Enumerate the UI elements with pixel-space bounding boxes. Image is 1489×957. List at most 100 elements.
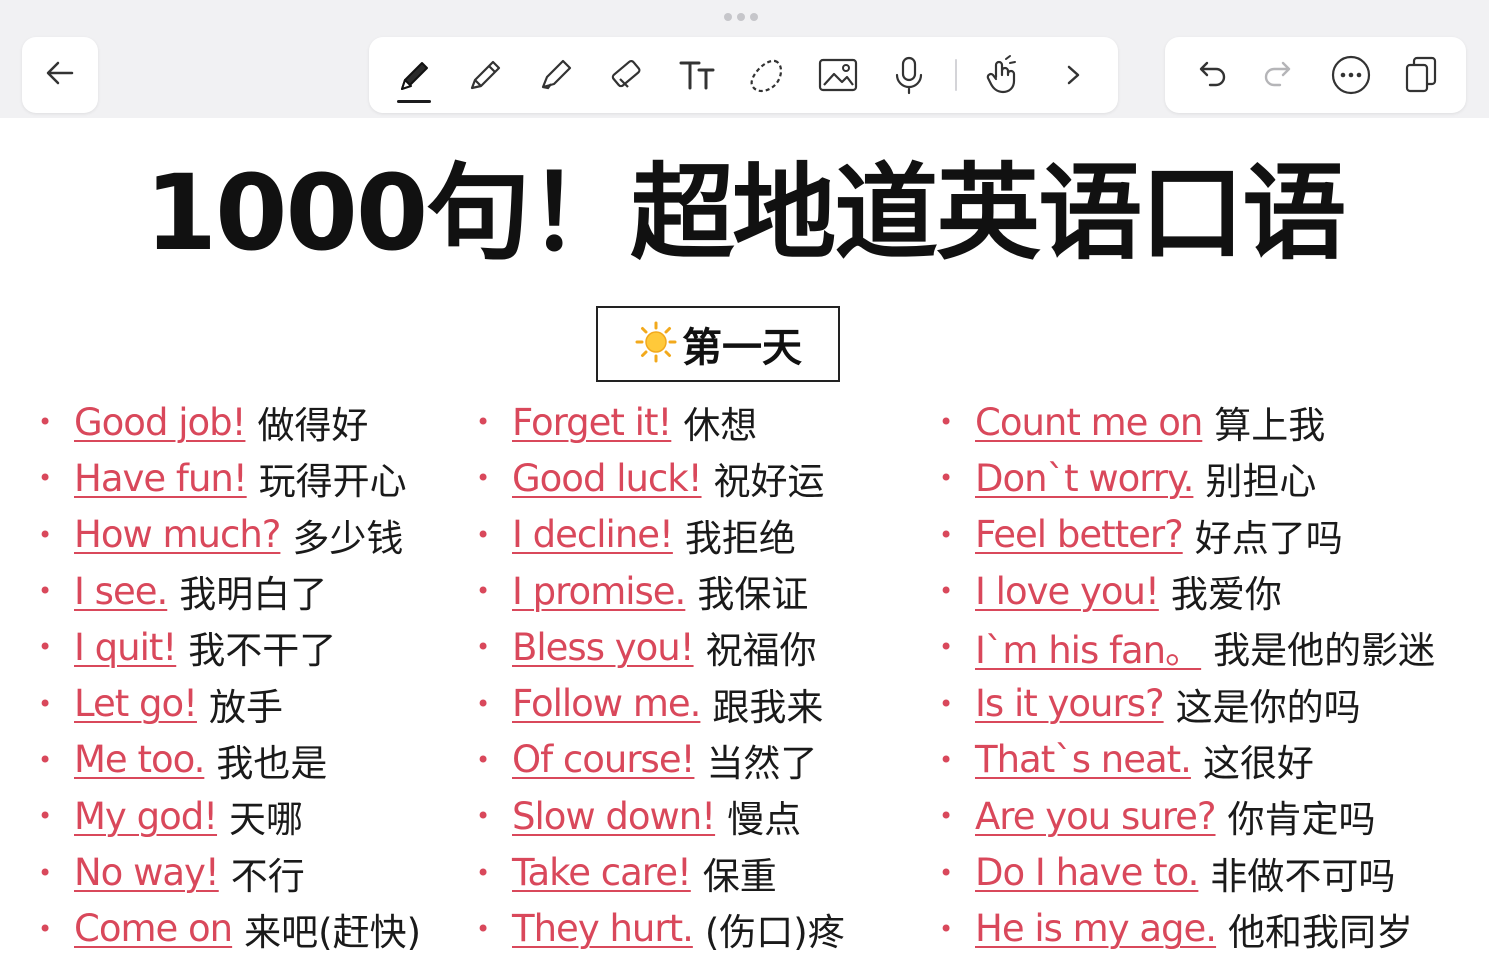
phrase-english[interactable]: My god! xyxy=(74,795,218,838)
list-item: • Let go! 放手 xyxy=(36,675,421,731)
phrase-chinese: 不行 xyxy=(230,854,305,898)
phrase-english[interactable]: I see. xyxy=(74,570,168,613)
bullet: • xyxy=(476,577,491,606)
phrase-english[interactable]: I decline! xyxy=(512,513,674,556)
redo-icon xyxy=(1265,61,1291,87)
phrase-english[interactable]: Let go! xyxy=(74,682,198,725)
phrase-chinese: 祝福你 xyxy=(705,629,817,673)
bullet: • xyxy=(476,914,491,943)
phrase-chinese: 休想 xyxy=(683,404,758,448)
phrase-chinese: 这是你的吗 xyxy=(1175,685,1361,729)
day-label: 第一天 xyxy=(682,325,802,371)
pencil-tool-button[interactable] xyxy=(460,45,510,105)
list-item: • Is it yours? 这是你的吗 xyxy=(937,675,1435,731)
eraser-tool-button[interactable] xyxy=(601,45,651,105)
phrase-chinese: 我保证 xyxy=(697,573,809,617)
bullet: • xyxy=(38,633,53,662)
more-tools-button[interactable] xyxy=(1048,45,1098,105)
highlighter-icon xyxy=(542,59,572,90)
touch-gesture-button[interactable] xyxy=(977,45,1027,105)
bullet: • xyxy=(476,802,491,831)
list-item: • Feel better? 好点了吗 xyxy=(937,507,1435,563)
phrase-chinese: 这很好 xyxy=(1202,741,1314,785)
phrase-english[interactable]: No way! xyxy=(74,851,220,894)
pen-icon xyxy=(401,62,428,90)
highlighter-tool-button[interactable] xyxy=(530,45,580,105)
phrase-english[interactable]: Good job! xyxy=(74,401,246,444)
phrase-english[interactable]: How much? xyxy=(74,513,281,556)
top-toolbar-area xyxy=(0,0,1489,118)
phrase-english[interactable]: Have fun! xyxy=(74,457,248,500)
pen-tool-button[interactable] xyxy=(389,45,439,105)
phrase-english[interactable]: I`m his fan。 xyxy=(975,620,1202,674)
list-item: • I love you! 我爱你 xyxy=(937,563,1435,619)
phrase-english[interactable]: Take care! xyxy=(512,851,692,894)
pages-button[interactable] xyxy=(1396,45,1446,105)
bullet: • xyxy=(476,858,491,887)
list-item: • That`s neat. 这很好 xyxy=(937,732,1435,788)
phrase-chinese: 我是他的影迷 xyxy=(1213,629,1436,673)
phrase-english[interactable]: Follow me. xyxy=(512,682,701,725)
text-tool-button[interactable] xyxy=(672,45,722,105)
lasso-tool-button[interactable] xyxy=(742,45,792,105)
sun-icon xyxy=(634,320,678,368)
redo-button[interactable] xyxy=(1255,45,1305,105)
phrase-english[interactable]: I love you! xyxy=(975,570,1160,613)
back-arrow-icon xyxy=(42,55,78,95)
phrase-chinese: 别担心 xyxy=(1205,460,1317,504)
bullet: • xyxy=(476,464,491,493)
back-button[interactable] xyxy=(22,37,98,113)
phrase-english[interactable]: Is it yours? xyxy=(975,682,1165,725)
bullet: • xyxy=(476,689,491,718)
list-item: • How much? 多少钱 xyxy=(36,507,421,563)
phrase-chinese: 慢点 xyxy=(727,798,802,842)
phrase-english[interactable]: Feel better? xyxy=(975,513,1184,556)
phrase-english[interactable]: Count me on xyxy=(975,401,1203,444)
list-item: • Bless you! 祝福你 xyxy=(474,619,845,675)
list-item: • I`m his fan。 我是他的影迷 xyxy=(937,619,1435,675)
list-item: • Of course! 当然了 xyxy=(474,732,845,788)
phrase-chinese: 我爱你 xyxy=(1170,573,1282,617)
bullet: • xyxy=(38,745,53,774)
pencil-icon xyxy=(470,60,500,90)
toolbar-divider xyxy=(954,59,957,91)
phrase-chinese: 我不干了 xyxy=(188,629,337,673)
phrase-english[interactable]: Don`t worry. xyxy=(975,457,1194,500)
phrase-english[interactable]: I promise. xyxy=(512,570,686,613)
list-item: • Do I have to. 非做不可吗 xyxy=(937,844,1435,900)
phrase-english[interactable]: He is my age. xyxy=(975,907,1217,950)
more-options-button[interactable] xyxy=(1326,45,1376,105)
phrase-english[interactable]: Good luck! xyxy=(512,457,703,500)
microphone-icon xyxy=(895,56,922,95)
list-item: • Take care! 保重 xyxy=(474,844,845,900)
bullet: • xyxy=(476,633,491,662)
list-item: • Are you sure? 你肯定吗 xyxy=(937,788,1435,844)
phrase-english[interactable]: Do I have to. xyxy=(975,851,1199,894)
phrase-english[interactable]: They hurt. xyxy=(512,907,694,950)
phrase-chinese: 我明白了 xyxy=(179,573,328,617)
phrase-english[interactable]: Come on xyxy=(74,907,233,950)
phrase-english[interactable]: I quit! xyxy=(74,626,177,669)
phrase-chinese: 我也是 xyxy=(216,741,328,785)
phrase-chinese: 算上我 xyxy=(1214,404,1326,448)
image-icon xyxy=(819,58,858,92)
undo-button[interactable] xyxy=(1185,45,1235,105)
window-grabber-dots[interactable] xyxy=(724,13,758,21)
phrase-english[interactable]: Bless you! xyxy=(512,626,695,669)
microphone-tool-button[interactable] xyxy=(884,45,934,105)
image-tool-button[interactable] xyxy=(813,45,863,105)
bullet: • xyxy=(939,689,954,718)
phrase-chinese: 祝好运 xyxy=(713,460,825,504)
bullet: • xyxy=(476,745,491,774)
phrase-english[interactable]: Me too. xyxy=(74,738,205,781)
phrase-english[interactable]: Are you sure? xyxy=(975,795,1217,838)
phrase-chinese: 我拒绝 xyxy=(684,516,796,560)
phrase-english[interactable]: That`s neat. xyxy=(975,738,1192,781)
phrase-english[interactable]: Of course! xyxy=(512,738,695,781)
list-item: • I quit! 我不干了 xyxy=(36,619,421,675)
phrase-english[interactable]: Forget it! xyxy=(512,401,672,444)
phrase-chinese: 做得好 xyxy=(257,404,369,448)
list-item: • Me too. 我也是 xyxy=(36,732,421,788)
list-item: • My god! 天哪 xyxy=(36,788,421,844)
phrase-english[interactable]: Slow down! xyxy=(512,795,716,838)
